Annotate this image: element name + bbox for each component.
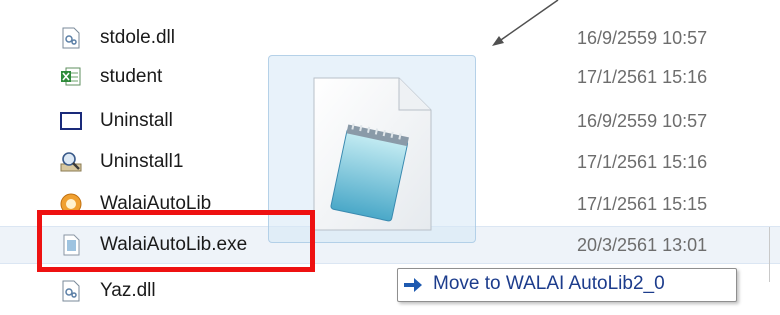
file-name: Uninstall <box>100 110 173 131</box>
column-divider <box>769 227 770 282</box>
dll-icon <box>62 27 80 49</box>
file-date: 17/1/2561 15:15 <box>577 194 708 214</box>
file-date: 16/9/2559 10:57 <box>577 111 708 131</box>
move-arrow-icon <box>404 278 422 292</box>
file-name: student <box>100 66 163 87</box>
highlight-box <box>37 210 315 272</box>
file-date: 17/1/2561 15:16 <box>577 67 708 87</box>
file-name: Uninstall1 <box>100 151 184 172</box>
file-date: 16/9/2559 10:57 <box>577 28 708 48</box>
file-name: stdole.dll <box>100 27 175 48</box>
tooltip-text: Move to WALAI AutoLib2_0 <box>433 273 665 294</box>
excel-icon <box>61 67 81 86</box>
window-icon <box>60 112 82 130</box>
file-date: 17/1/2561 15:16 <box>577 152 708 172</box>
file-date: 20/3/2561 13:01 <box>577 235 708 255</box>
move-tooltip: Move to WALAI AutoLib2_0 <box>397 268 737 302</box>
uninstall-icon <box>60 152 82 172</box>
file-row[interactable]: stdole.dll 16/9/2559 10:57 <box>0 20 780 56</box>
dll-icon <box>62 280 80 302</box>
file-name: Yaz.dll <box>100 280 156 301</box>
